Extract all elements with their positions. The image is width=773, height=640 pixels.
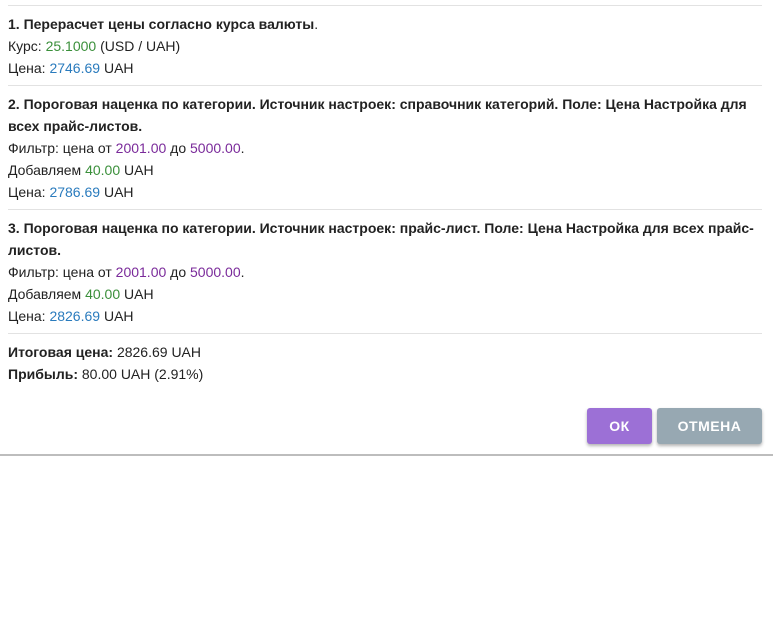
rate-currency-pair: (USD / UAH) bbox=[96, 38, 181, 54]
profit-value: 80.00 UAH (2.91%) bbox=[78, 366, 204, 382]
rate-label: Курс: bbox=[8, 38, 46, 54]
price-label: Цена: bbox=[8, 308, 50, 324]
price-currency: UAH bbox=[100, 60, 134, 76]
step-title-suffix: . bbox=[314, 16, 319, 32]
final-price-value: 2826.69 UAH bbox=[113, 344, 202, 360]
filter-to-word: до bbox=[166, 264, 190, 280]
final-price-label: Итоговая цена: bbox=[8, 344, 114, 360]
step-currency-conversion: 1. Перерасчет цены согласно курса валюты… bbox=[8, 5, 762, 85]
filter-end: . bbox=[240, 140, 245, 156]
cancel-button[interactable]: ОТМЕНА bbox=[657, 408, 762, 444]
price-label: Цена: bbox=[8, 184, 50, 200]
filter-line: Фильтр: цена от 2001.00 до 5000.00. bbox=[8, 261, 762, 283]
price-line: Цена: 2746.69 UAH bbox=[8, 57, 762, 79]
step-title: 2. Пороговая наценка по категории. Источ… bbox=[8, 96, 747, 134]
markup-line: Добавляем 40.00 UAH bbox=[8, 159, 762, 181]
filter-to: 5000.00 bbox=[190, 140, 241, 156]
price-value: 2746.69 bbox=[49, 60, 101, 76]
filter-to: 5000.00 bbox=[190, 264, 241, 280]
profit-label: Прибыль: bbox=[8, 366, 78, 382]
filter-label: Фильтр: цена от bbox=[8, 140, 116, 156]
final-price-line: Итоговая цена: 2826.69 UAH bbox=[8, 341, 762, 363]
markup-label: Добавляем bbox=[8, 162, 86, 178]
step-title: 3. Пороговая наценка по категории. Источ… bbox=[8, 220, 754, 258]
price-line: Цена: 2786.69 UAH bbox=[8, 181, 762, 203]
step-title: 1. Перерасчет цены согласно курса валюты… bbox=[8, 13, 762, 35]
filter-to-word: до bbox=[166, 140, 190, 156]
calculation-details: 1. Перерасчет цены согласно курса валюты… bbox=[8, 5, 762, 385]
price-label: Цена: bbox=[8, 60, 50, 76]
filter-from: 2001.00 bbox=[115, 140, 167, 156]
price-value: 2786.69 bbox=[49, 184, 101, 200]
step-pricelist-markup: 3. Пороговая наценка по категории. Источ… bbox=[8, 209, 762, 333]
markup-label: Добавляем bbox=[8, 286, 86, 302]
price-line: Цена: 2826.69 UAH bbox=[8, 305, 762, 327]
markup-value: 40.00 bbox=[85, 162, 121, 178]
markup-currency: UAH bbox=[120, 286, 154, 302]
rate-value: 25.1000 bbox=[45, 38, 97, 54]
markup-value: 40.00 bbox=[85, 286, 121, 302]
ok-button[interactable]: ОК bbox=[587, 408, 652, 444]
filter-from: 2001.00 bbox=[115, 264, 167, 280]
price-currency: UAH bbox=[100, 308, 134, 324]
filter-end: . bbox=[240, 264, 245, 280]
markup-line: Добавляем 40.00 UAH bbox=[8, 283, 762, 305]
rate-line: Курс: 25.1000 (USD / UAH) bbox=[8, 35, 762, 57]
price-currency: UAH bbox=[100, 184, 134, 200]
filter-line: Фильтр: цена от 2001.00 до 5000.00. bbox=[8, 137, 762, 159]
step-title-text: 1. Перерасчет цены согласно курса валюты bbox=[8, 16, 315, 32]
price-calculation-dialog: 1. Перерасчет цены согласно курса валюты… bbox=[0, 0, 773, 456]
price-value: 2826.69 bbox=[49, 308, 101, 324]
totals-block: Итоговая цена: 2826.69 UAH Прибыль: 80.0… bbox=[8, 333, 762, 385]
markup-currency: UAH bbox=[120, 162, 154, 178]
filter-label: Фильтр: цена от bbox=[8, 264, 116, 280]
step-category-markup: 2. Пороговая наценка по категории. Источ… bbox=[8, 85, 762, 209]
profit-line: Прибыль: 80.00 UAH (2.91%) bbox=[8, 363, 762, 385]
